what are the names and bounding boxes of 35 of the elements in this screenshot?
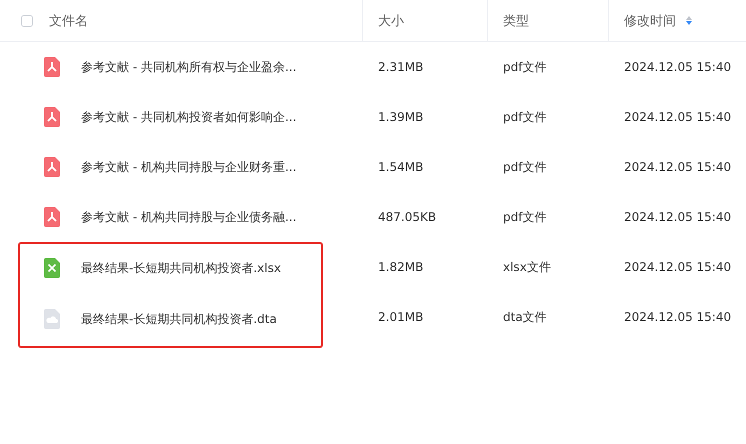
select-all-checkbox[interactable] [21,14,33,26]
modified-time: 2024.12.05 15:40 [624,160,732,174]
file-size: 2.01MB [378,310,424,324]
pdf-file-icon [44,157,60,177]
column-header[interactable]: 文件名 [49,12,88,30]
file-type: xlsx文件 [503,260,551,274]
file-name[interactable]: 参考文献 - 机构共同持股与企业财务重... [81,158,296,176]
modified-time: 2024.12.05 15:40 [624,260,732,274]
file-name[interactable]: 最终结果-长短期共同机构投资者.dta [81,310,277,328]
file-name[interactable]: 参考文献 - 共同机构所有权与企业盈余... [81,58,296,76]
pdf-file-icon [44,107,60,127]
pdf-file-icon [44,207,60,227]
column-header[interactable]: 类型 [503,12,529,30]
pdf-file-icon [44,57,60,77]
file-size: 1.82MB [378,260,424,274]
file-type: dta文件 [503,310,547,324]
file-type: pdf文件 [503,160,546,174]
modified-time: 2024.12.05 15:40 [624,310,732,324]
file-name[interactable]: 参考文献 - 机构共同持股与企业债务融... [81,208,296,226]
spreadsheet-file-icon [44,258,60,278]
file-size: 1.39MB [378,110,424,124]
modified-time: 2024.12.05 15:40 [624,60,732,74]
modified-time: 2024.12.05 15:40 [624,210,732,224]
file-size: 487.05KB [378,210,436,224]
file-name[interactable]: 参考文献 - 共同机构投资者如何影响企... [81,108,296,126]
cloud-file-icon [44,309,60,329]
file-type: pdf文件 [503,210,546,224]
column-header[interactable]: 大小 [378,12,404,30]
file-type: pdf文件 [503,110,546,124]
column-header[interactable]: 修改时间 [624,12,676,30]
file-size: 1.54MB [378,160,424,174]
file-type: pdf文件 [503,60,546,74]
file-size: 2.31MB [378,60,424,74]
sort-icon[interactable] [686,16,692,25]
modified-time: 2024.12.05 15:40 [624,110,732,124]
